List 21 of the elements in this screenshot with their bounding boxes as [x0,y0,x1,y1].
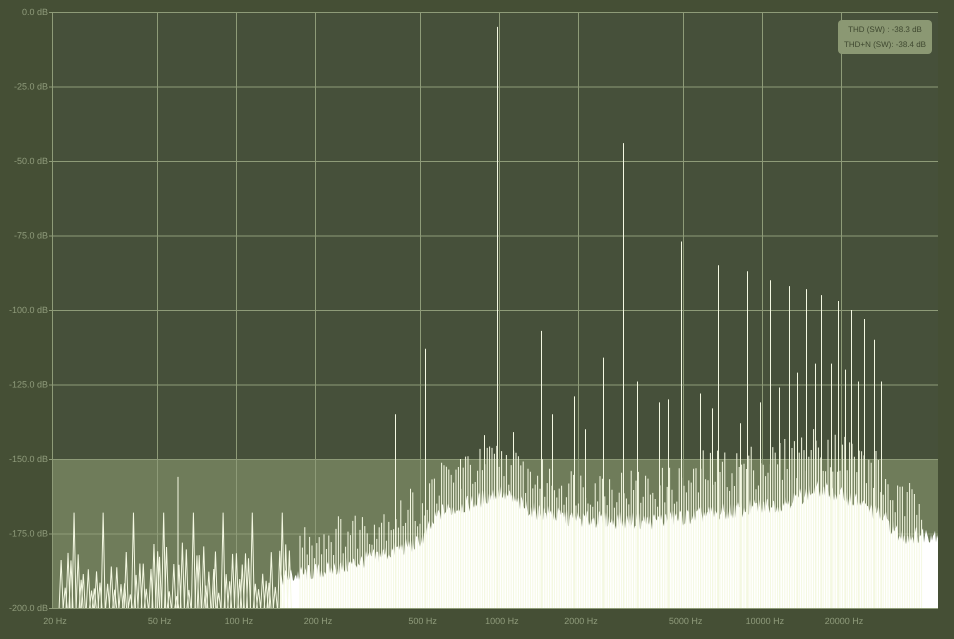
axis-label: 20 Hz [43,616,67,626]
axis-label: -125.0 dB [8,380,48,390]
axis-label: 5000 Hz [668,616,702,626]
axis-label: -175.0 dB [8,528,48,538]
axis-label: 10000 Hz [746,616,784,626]
axis-label: -50.0 dB [14,156,48,166]
axis-label: -100.0 dB [8,305,48,315]
readout-text: THD+N (SW): -38.4 dB [842,39,927,51]
readout-text: THD (SW) : -38.3 dB [847,24,923,36]
axis-label: 200 Hz [304,616,332,626]
axis-label: -150.0 dB [8,454,48,464]
axis-label: 20000 Hz [824,616,864,626]
axis-label: 0.0 dB [22,7,48,17]
axis-label: 100 Hz [224,616,254,626]
axis-label: 1000 Hz [485,616,519,626]
axis-label: -25.0 dB [14,82,48,92]
axis-label: 2000 Hz [564,616,598,626]
axis-label: 500 Hz [408,616,437,626]
axis-label: -200.0 dB [8,603,48,613]
axis-label: -75.0 dB [14,230,48,240]
axis-label: 50 Hz [148,616,172,626]
